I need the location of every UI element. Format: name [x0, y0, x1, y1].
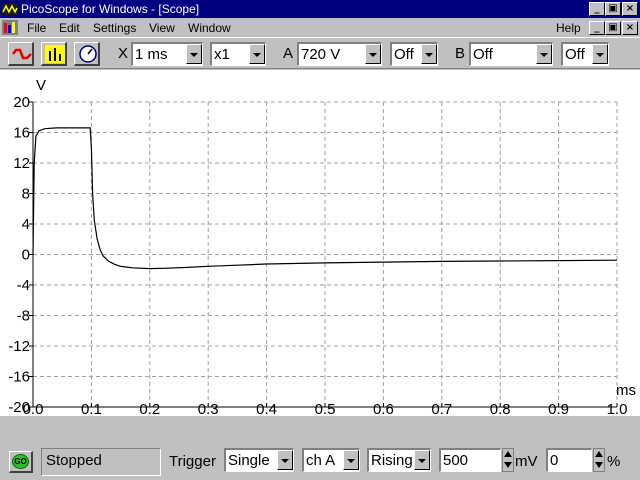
- x-tick-label: 0.9: [548, 401, 569, 415]
- doc-minimize-button[interactable]: _: [589, 21, 605, 35]
- arrow-down-icon[interactable]: [504, 462, 512, 468]
- title-bar: PicoScope for Windows - [Scope] _ ▣ ×: [0, 0, 640, 18]
- scope-mode-button[interactable]: [8, 42, 34, 66]
- go-indicator-icon: GO: [12, 454, 29, 469]
- y-tick-label: 8: [22, 186, 30, 203]
- toolbar: X 1 ms x1 A 720 V Off B Off Off: [0, 37, 640, 69]
- x-tick-label: 0.1: [81, 401, 102, 415]
- arrow-down-icon[interactable]: [595, 462, 603, 468]
- y-tick-label: -16: [8, 369, 30, 386]
- y-tick-label: 16: [13, 125, 30, 142]
- restore-button[interactable]: ▣: [605, 2, 621, 16]
- trigger-channel-select[interactable]: ch A: [302, 448, 360, 472]
- y-tick-label: -12: [8, 338, 30, 355]
- chevron-down-icon[interactable]: [414, 450, 430, 470]
- x-tick-label: 0.2: [139, 401, 160, 415]
- pretrigger-spinner[interactable]: [593, 448, 605, 472]
- scope-plot-area[interactable]: 20 16 12 8 4 0 -4 -8 -12 -16 -20 0.0 0.1 0.2 0.3 0.4 0.5…: [0, 70, 640, 418]
- chevron-down-icon[interactable]: [536, 44, 552, 64]
- y-tick-label: 20: [13, 94, 30, 111]
- x-tick-label: 1.0: [607, 401, 628, 415]
- x-tick-label: 0.5: [315, 401, 336, 415]
- x-axis-label: X: [118, 45, 129, 62]
- multiplier-select[interactable]: x1: [210, 42, 266, 66]
- menu-edit[interactable]: Edit: [59, 21, 80, 35]
- pretrigger-unit: %: [607, 453, 621, 470]
- channel-b-range-select[interactable]: Off: [469, 42, 553, 66]
- scope-mode-icon: [12, 48, 32, 60]
- menu-settings[interactable]: Settings: [93, 21, 136, 35]
- close-button[interactable]: ×: [622, 2, 638, 16]
- scope-chart: 201612840-4-8-12-16-200.0 0.1 0.2 0.3 0.4 0.5…: [8, 77, 636, 418]
- arrow-up-icon[interactable]: [595, 451, 603, 457]
- menu-bar: File Edit Settings View Window Help _ ▣ …: [0, 18, 640, 37]
- chevron-down-icon[interactable]: [277, 450, 293, 470]
- chevron-down-icon[interactable]: [249, 44, 265, 64]
- minimize-button[interactable]: _: [589, 2, 605, 16]
- trigger-edge-select[interactable]: Rising: [367, 448, 431, 472]
- timebase-select[interactable]: 1 ms: [131, 42, 203, 66]
- channel-a-coupling-select[interactable]: Off: [390, 42, 438, 66]
- trigger-level-input[interactable]: 500: [439, 448, 501, 472]
- meter-mode-button[interactable]: [74, 42, 100, 66]
- document-icon[interactable]: [2, 20, 18, 35]
- channel-b-label: B: [455, 45, 466, 62]
- channel-b-coupling-select[interactable]: Off: [561, 42, 609, 66]
- y-tick-label: -4: [17, 277, 30, 294]
- y-tick-label: 12: [13, 155, 30, 172]
- menu-file[interactable]: File: [27, 21, 46, 35]
- channel-a-range-select[interactable]: 720 V: [297, 42, 382, 66]
- chevron-down-icon[interactable]: [186, 44, 202, 64]
- doc-restore-button[interactable]: ▣: [605, 21, 621, 35]
- arrow-up-icon[interactable]: [504, 451, 512, 457]
- trigger-level-spinner[interactable]: [502, 448, 514, 472]
- chevron-down-icon[interactable]: [592, 44, 608, 64]
- chevron-down-icon[interactable]: [343, 450, 359, 470]
- go-button[interactable]: GO: [9, 451, 33, 473]
- y-tick-label: 4: [22, 216, 30, 233]
- x-tick-label: 0.8: [490, 401, 511, 415]
- trigger-label: Trigger: [169, 453, 216, 470]
- doc-close-button[interactable]: ×: [622, 21, 638, 35]
- x-tick-label: 0.7: [431, 401, 452, 415]
- picoscope-app-icon[interactable]: [2, 1, 18, 17]
- y-tick-label: -8: [17, 308, 30, 325]
- status-bar: GO Stopped Trigger Single ch A Rising 50…: [0, 415, 640, 480]
- x-tick-label: 0.3: [198, 401, 219, 415]
- pretrigger-input[interactable]: 0: [546, 448, 592, 472]
- y-axis-unit-label: V: [36, 77, 46, 94]
- channel-a-label: A: [283, 45, 294, 62]
- window-title: PicoScope for Windows - [Scope]: [21, 2, 200, 16]
- menu-help[interactable]: Help: [556, 21, 581, 35]
- menu-window[interactable]: Window: [188, 21, 231, 35]
- menu-view[interactable]: View: [149, 21, 175, 35]
- chevron-down-icon[interactable]: [365, 44, 381, 64]
- trigger-level-unit: mV: [515, 453, 538, 470]
- x-axis-unit-label: ms: [616, 382, 636, 399]
- acquisition-status: Stopped: [41, 448, 161, 476]
- meter-mode-icon: [79, 45, 97, 63]
- spectrum-mode-button[interactable]: [41, 42, 67, 66]
- y-tick-label: 0: [22, 247, 30, 264]
- chevron-down-icon[interactable]: [421, 44, 437, 64]
- channel-a-trace: [32, 127, 618, 270]
- trigger-mode-select[interactable]: Single: [224, 448, 294, 472]
- x-tick-label: 0.6: [373, 401, 394, 415]
- x-tick-label: 0.4: [256, 401, 277, 415]
- x-tick-label: 0.0: [23, 401, 44, 415]
- spectrum-mode-icon: [45, 45, 65, 63]
